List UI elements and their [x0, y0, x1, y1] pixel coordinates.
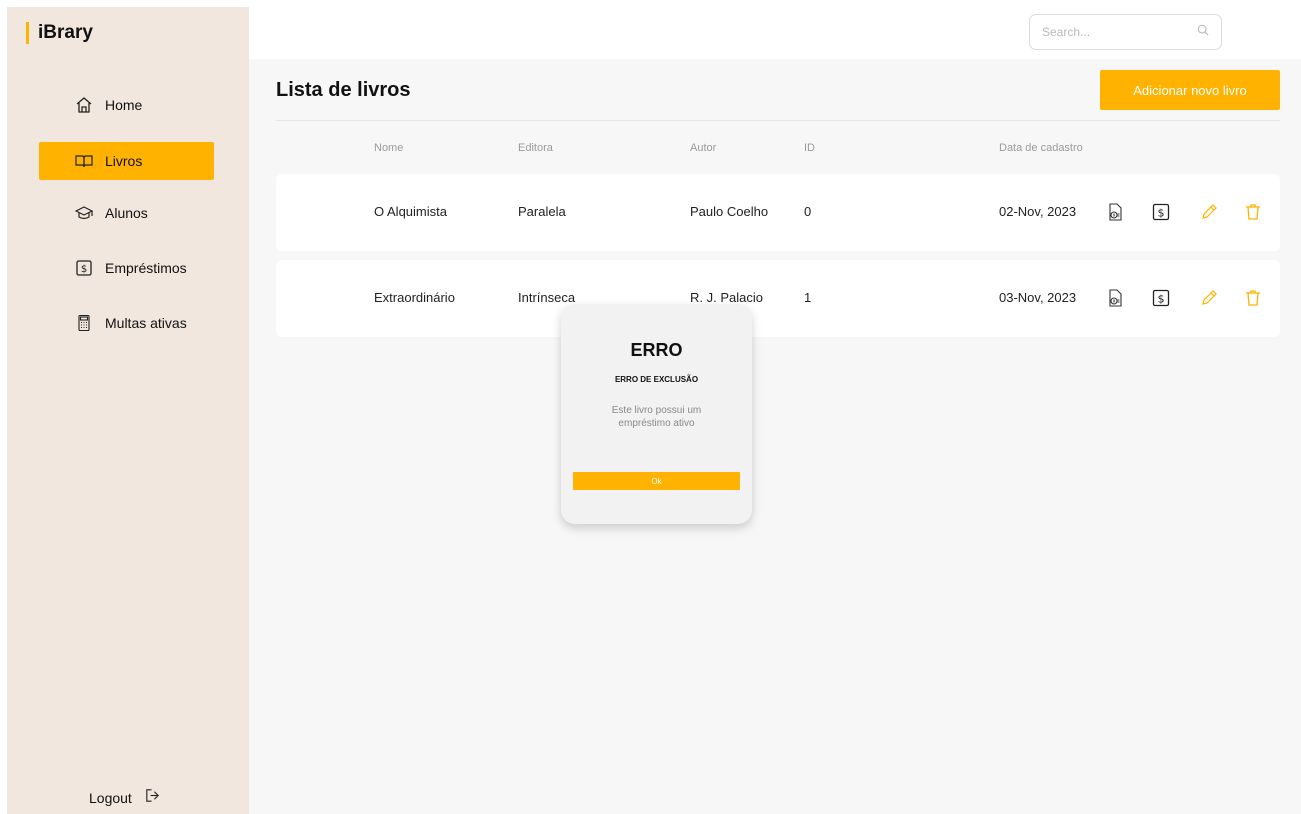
dialog-subtitle: ERRO DE EXCLUSÃO	[614, 375, 699, 384]
sidebar-item-livros[interactable]: Livros	[39, 142, 214, 180]
cell-nome: Extraordinário	[374, 290, 455, 305]
table-row: O Alquimista Paralela Paulo Coelho 0 02-…	[276, 174, 1280, 251]
cell-autor: R. J. Palacio	[690, 290, 763, 305]
sidebar-item-home[interactable]: Home	[39, 86, 214, 124]
calculator-icon	[75, 314, 93, 332]
search-icon[interactable]	[1197, 23, 1209, 41]
column-header-editora: Editora	[518, 142, 553, 154]
dialog-title: ERRO	[630, 340, 683, 360]
column-header-autor: Autor	[690, 142, 717, 154]
top-bar	[249, 0, 1301, 59]
sidebar-item-label: Multas ativas	[105, 315, 187, 331]
fine-document-icon[interactable]	[1105, 202, 1125, 222]
cell-id: 0	[804, 204, 812, 219]
search-input[interactable]	[1042, 25, 1197, 39]
divider	[276, 120, 1280, 121]
sidebar-item-multas-ativas[interactable]: Multas ativas	[39, 304, 214, 342]
loan-dollar-icon[interactable]: $	[1151, 288, 1171, 308]
dollar-box-icon: $	[75, 259, 93, 277]
sidebar: iBrary Home Livros Alunos $ Empréstimos …	[7, 7, 249, 814]
error-dialog: ERRO ERRO DE EXCLUSÃO Este livro possui …	[561, 304, 752, 524]
column-header-nome: Nome	[374, 142, 404, 154]
logout-button[interactable]: Logout	[89, 787, 161, 809]
cell-nome: O Alquimista	[374, 204, 447, 219]
delete-trash-icon[interactable]	[1243, 202, 1263, 222]
sidebar-item-label: Livros	[105, 153, 143, 169]
dialog-message: Este livro possui um empréstimo ativo	[611, 405, 702, 429]
brand: iBrary	[26, 22, 93, 44]
table-row: Extraordinário Intrínseca R. J. Palacio …	[276, 260, 1280, 337]
cell-id: 1	[804, 290, 812, 305]
fine-document-icon[interactable]	[1105, 288, 1125, 308]
column-header-id: ID	[804, 142, 815, 154]
main-content: Lista de livros Adicionar novo livro Nom…	[249, 59, 1301, 814]
cell-autor: Paulo Coelho	[690, 204, 769, 219]
loan-dollar-icon[interactable]: $	[1151, 202, 1171, 222]
page-title: Lista de livros	[276, 79, 411, 101]
logout-icon	[144, 787, 161, 809]
edit-pencil-icon[interactable]	[1199, 288, 1219, 308]
svg-text:$: $	[1158, 293, 1165, 306]
book-icon	[75, 152, 93, 170]
sidebar-item-label: Empréstimos	[105, 260, 187, 276]
column-header-data-de-cadastro: Data de cadastro	[999, 142, 1083, 154]
svg-text:$: $	[1158, 207, 1165, 220]
cell-editora: Intrínseca	[518, 290, 576, 305]
sidebar-item-label: Alunos	[105, 205, 148, 221]
cell-data: 03-Nov, 2023	[999, 290, 1077, 305]
delete-trash-icon[interactable]	[1243, 288, 1263, 308]
edit-pencil-icon[interactable]	[1199, 202, 1219, 222]
svg-text:$: $	[81, 264, 87, 275]
ok-button[interactable]: Ok	[573, 472, 740, 490]
add-book-button[interactable]: Adicionar novo livro	[1100, 70, 1280, 110]
search-box	[1029, 14, 1222, 50]
cell-editora: Paralela	[518, 204, 566, 219]
sidebar-item-label: Home	[105, 97, 143, 113]
brand-accent-bar	[26, 22, 29, 44]
sidebar-item-emprestimos[interactable]: $ Empréstimos	[39, 249, 214, 287]
home-icon	[75, 96, 93, 114]
brand-name: iBrary	[38, 22, 93, 43]
graduation-cap-icon	[75, 204, 93, 222]
cell-data: 02-Nov, 2023	[999, 204, 1077, 219]
sidebar-item-alunos[interactable]: Alunos	[39, 194, 214, 232]
logout-label: Logout	[89, 790, 132, 806]
